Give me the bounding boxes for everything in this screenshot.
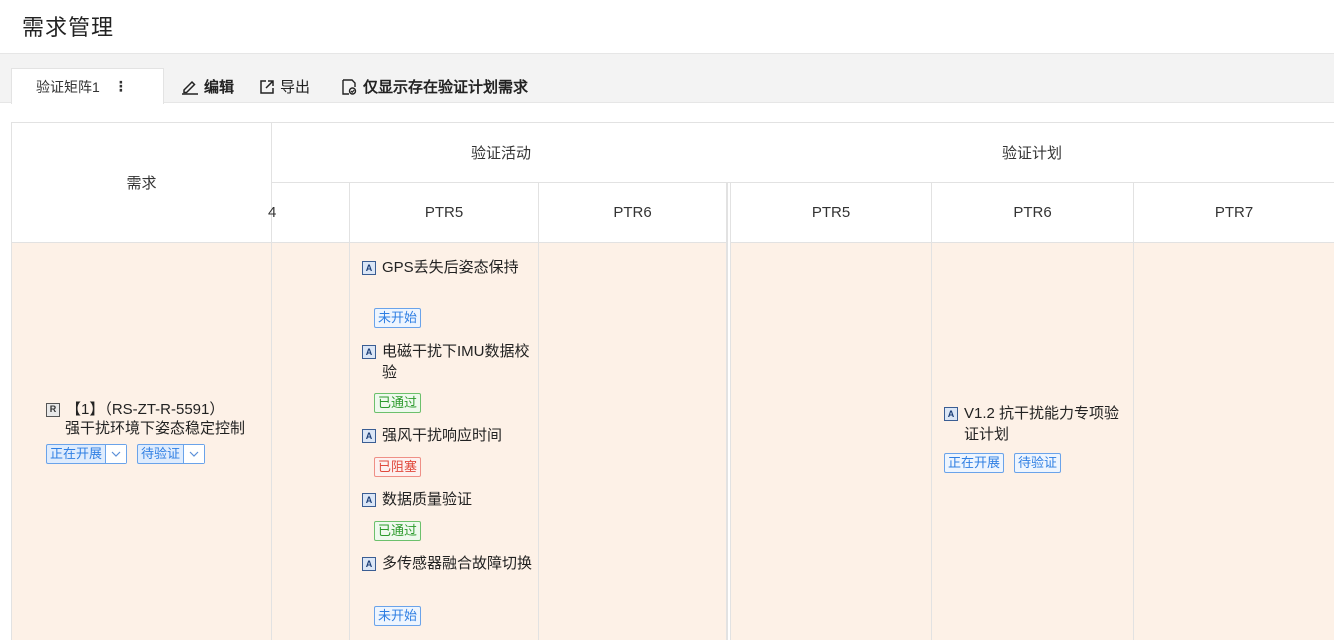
activity-type-icon: A — [362, 345, 376, 359]
activity-cell-ptr6 — [539, 243, 727, 640]
progress-status-dropdown[interactable]: 正在开展 — [46, 444, 128, 464]
tab-menu-icon[interactable]: ⋮ — [114, 78, 128, 95]
activity-item[interactable]: A GPS丢失后姿态保持 — [362, 257, 532, 278]
activity-title: GPS丢失后姿态保持 — [382, 259, 519, 276]
requirement-cell: R 【1】（RS-ZT-R-5591） 强干扰环境下姿态稳定控制 正在开展 待验… — [12, 243, 272, 640]
activity-type-icon: A — [362, 557, 376, 571]
column-header-plan-ptr5: PTR5 — [731, 183, 932, 243]
verification-matrix: 需求 验证活动 验证计划 4 PTR5 PTR6 PTR5 PTR6 PTR7 … — [11, 122, 1334, 640]
plan-cell-ptr5 — [731, 243, 932, 640]
tab-label: 验证矩阵1 — [36, 78, 100, 95]
column-header-activity-ptr5: PTR5 — [350, 183, 539, 243]
toolbar: 验证矩阵1 ⋮ 编辑 导出 仅显示存在验证计划需求 — [0, 53, 1334, 104]
chevron-down-icon — [184, 445, 205, 463]
group-header-plan: 验证计划 — [730, 123, 1334, 183]
plan-title: V1.2 抗干扰能力专项验证计划 — [964, 405, 1120, 443]
tab-matrix[interactable]: 验证矩阵1 ⋮ — [11, 68, 164, 104]
column-header-activity-partial: 4 — [268, 183, 350, 243]
activity-type-icon: A — [362, 493, 376, 507]
activity-item[interactable]: A 强风干扰响应时间 — [362, 425, 532, 446]
export-icon — [260, 79, 274, 94]
column-header-plan-ptr7: PTR7 — [1134, 183, 1334, 243]
activity-type-icon: A — [362, 429, 376, 443]
activity-cell-ptr5: A GPS丢失后姿态保持 未开始 A 电磁干扰下IMU数据校验 已通过 A 强风… — [350, 243, 539, 640]
requirement-header: 需求 — [12, 123, 272, 243]
verification-status-dropdown[interactable]: 待验证 — [137, 444, 206, 464]
activity-cell-partial — [272, 243, 350, 640]
export-button[interactable]: 导出 — [259, 76, 310, 97]
plan-cell-ptr6: A V1.2 抗干扰能力专项验证计划 正在开展 待验证 — [932, 243, 1134, 640]
plan-item[interactable]: A V1.2 抗干扰能力专项验证计划 正在开展 待验证 — [944, 403, 1124, 473]
column-header-activity-ptr6: PTR6 — [539, 183, 727, 243]
filter-toggle[interactable]: 仅显示存在验证计划需求 — [340, 76, 528, 97]
plan-cell-ptr7 — [1134, 243, 1334, 640]
activity-item[interactable]: A 数据质量验证 — [362, 489, 532, 510]
activity-item[interactable]: A 多传感器融合故障切换 — [362, 553, 532, 574]
edit-label: 编辑 — [204, 79, 235, 96]
activity-title: 数据质量验证 — [382, 491, 473, 508]
filter-label: 仅显示存在验证计划需求 — [363, 79, 529, 96]
requirement-item[interactable]: R 【1】（RS-ZT-R-5591） 强干扰环境下姿态稳定控制 正在开展 待验… — [46, 400, 266, 464]
plan-progress-badge: 正在开展 — [944, 453, 1005, 473]
group-header-activity: 验证活动 — [272, 123, 730, 183]
edit-button[interactable]: 编辑 — [181, 76, 234, 97]
activity-type-icon: A — [362, 261, 376, 275]
activity-title: 多传感器融合故障切换 — [382, 555, 533, 572]
chevron-down-icon — [106, 445, 127, 463]
status-badge: 已通过 — [374, 393, 422, 413]
requirement-title: 强干扰环境下姿态稳定控制 — [65, 420, 246, 437]
plan-verification-badge: 待验证 — [1014, 453, 1062, 473]
status-badge: 已阻塞 — [374, 457, 422, 477]
requirement-type-icon: R — [46, 402, 60, 417]
requirement-id: 【1】（RS-ZT-R-5591） — [66, 401, 225, 418]
export-label: 导出 — [280, 79, 311, 96]
status-badge: 未开始 — [374, 606, 422, 626]
status-badge: 已通过 — [374, 521, 422, 541]
status-badge: 未开始 — [374, 308, 422, 328]
filter-doc-icon — [342, 78, 357, 95]
activity-title: 强风干扰响应时间 — [382, 427, 503, 444]
activity-item[interactable]: A 电磁干扰下IMU数据校验 — [362, 341, 532, 383]
column-header-plan-ptr6: PTR6 — [932, 183, 1134, 243]
pencil-icon — [182, 80, 198, 95]
activity-title: 电磁干扰下IMU数据校验 — [382, 343, 530, 381]
page-title: 需求管理 — [22, 15, 115, 40]
plan-type-icon: A — [944, 407, 958, 421]
